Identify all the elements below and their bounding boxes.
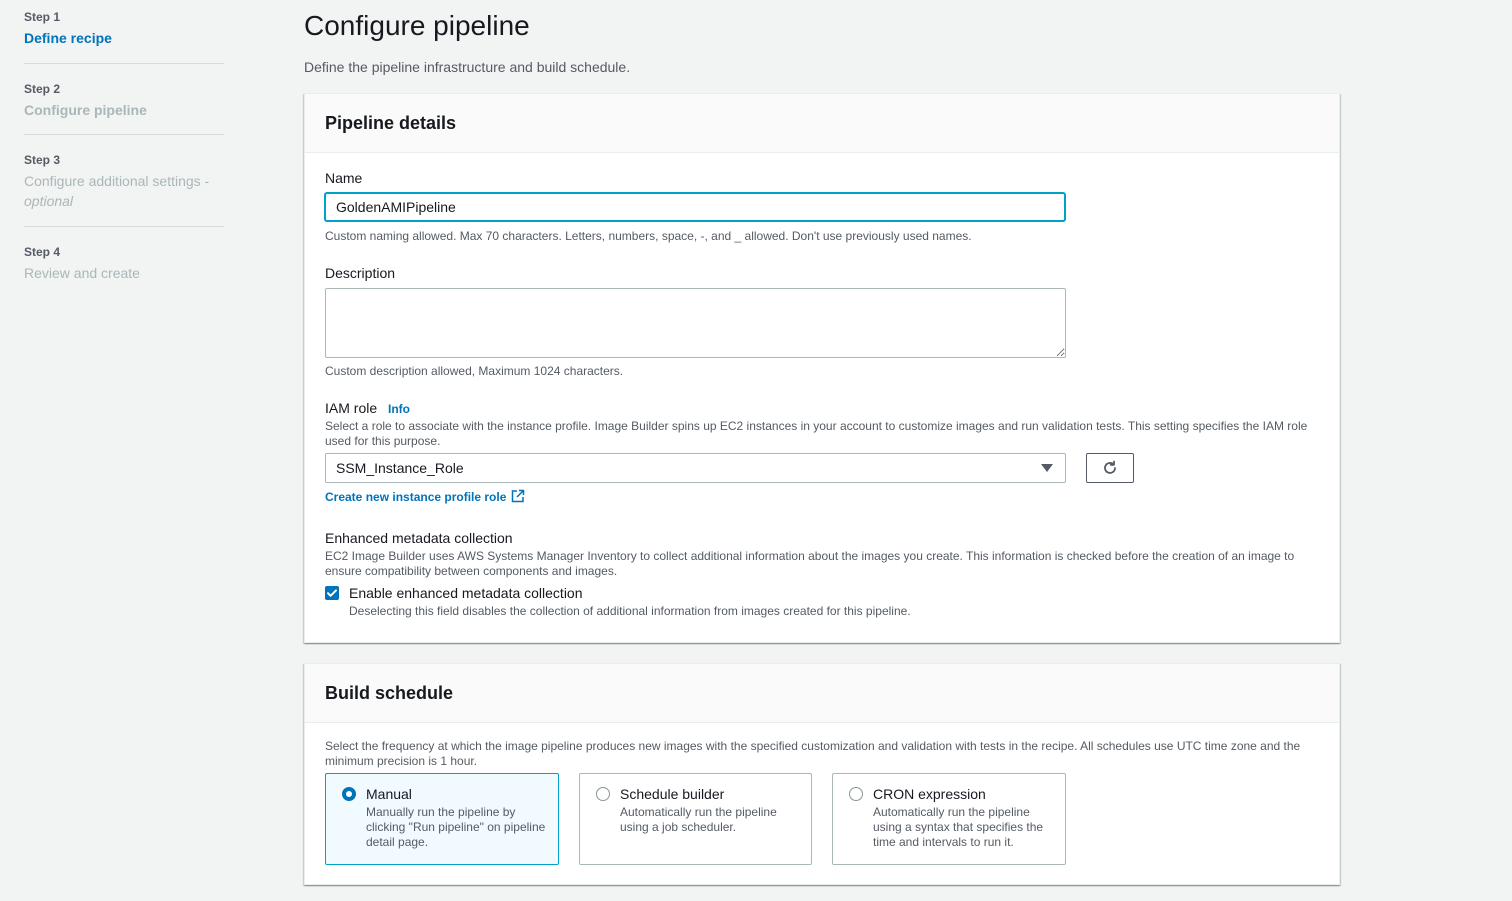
build-schedule-panel: Build schedule Select the frequency at w… [304,663,1340,885]
iam-role-label: IAM role [325,400,378,416]
refresh-icon [1104,460,1116,474]
external-link-icon [511,489,525,503]
radio-cron[interactable] [849,787,863,801]
radio-manual[interactable] [342,787,356,801]
description-hint: Custom description allowed, Maximum 1024… [325,364,624,378]
page-subtitle: Define the pipeline infrastructure and b… [304,59,631,75]
pipeline-details-panel: Pipeline details Name Custom naming allo… [304,93,1340,643]
tile-description: Automatically run the pipeline using a s… [873,805,1044,849]
tile-description: Manually run the pipeline by clicking "R… [366,805,546,849]
wizard-step-1[interactable]: Step 1 Define recipe [24,10,224,48]
wizard-step-3: Step 3 Configure additional settings - o… [24,153,224,211]
build-schedule-description: Select the frequency at which the image … [325,739,1301,768]
tile-title: Manual [366,786,412,802]
schedule-option-manual[interactable]: Manual Manually run the pipeline by clic… [325,773,559,865]
iam-role-selected-value: SSM_Instance_Role [336,460,464,476]
refresh-roles-button[interactable] [1086,453,1134,483]
step-divider [24,134,224,135]
iam-role-description: Select a role to associate with the inst… [325,419,1308,448]
metadata-label: Enhanced metadata collection [325,530,513,546]
tile-title: CRON expression [873,786,986,802]
wizard-step-4: Step 4 Review and create [24,245,224,283]
panel-header: Pipeline details [305,94,1339,153]
name-hint: Custom naming allowed. Max 70 characters… [325,229,972,243]
step-title-text: Configure additional settings - [24,173,210,189]
name-input[interactable] [325,193,1065,221]
step-title-additional-settings: Configure additional settings - optional [24,171,224,211]
tile-description: Automatically run the pipeline using a j… [620,805,777,834]
metadata-checkbox-label[interactable]: Enable enhanced metadata collection [349,585,583,601]
radio-schedule-builder[interactable] [596,787,610,801]
schedule-option-cron[interactable]: CRON expression Automatically run the pi… [832,773,1066,865]
metadata-description: EC2 Image Builder uses AWS Systems Manag… [325,549,1295,578]
panel-heading: Build schedule [325,683,454,703]
checkmark-icon [327,589,337,597]
iam-info-link[interactable]: Info [388,402,410,416]
iam-role-select[interactable]: SSM_Instance_Role [325,453,1066,483]
tile-title: Schedule builder [620,786,725,802]
description-textarea[interactable] [325,288,1066,358]
step-number: Step 4 [24,245,61,259]
step-number: Step 1 [24,10,61,24]
description-label: Description [325,265,396,281]
step-optional-tag: optional [24,193,74,209]
step-divider [24,226,224,227]
create-role-link[interactable]: Create new instance profile role [325,488,525,506]
step-number: Step 3 [24,153,61,167]
panel-heading: Pipeline details [325,113,457,133]
panel-header: Build schedule [305,664,1339,723]
step-title-review: Review and create [24,265,140,281]
metadata-checkbox-hint: Deselecting this field disables the coll… [349,604,911,618]
step-title-configure-pipeline: Configure pipeline [24,102,147,118]
step-link-define-recipe[interactable]: Define recipe [24,28,224,48]
step-number: Step 2 [24,82,61,96]
schedule-option-builder[interactable]: Schedule builder Automatically run the p… [579,773,812,865]
step-divider [24,63,224,64]
metadata-checkbox[interactable] [325,586,339,600]
caret-down-icon [1041,464,1053,472]
page-title: Configure pipeline [304,10,530,41]
name-label: Name [325,170,363,186]
wizard-step-2: Step 2 Configure pipeline [24,82,224,120]
create-role-link-text[interactable]: Create new instance profile role [325,490,506,504]
